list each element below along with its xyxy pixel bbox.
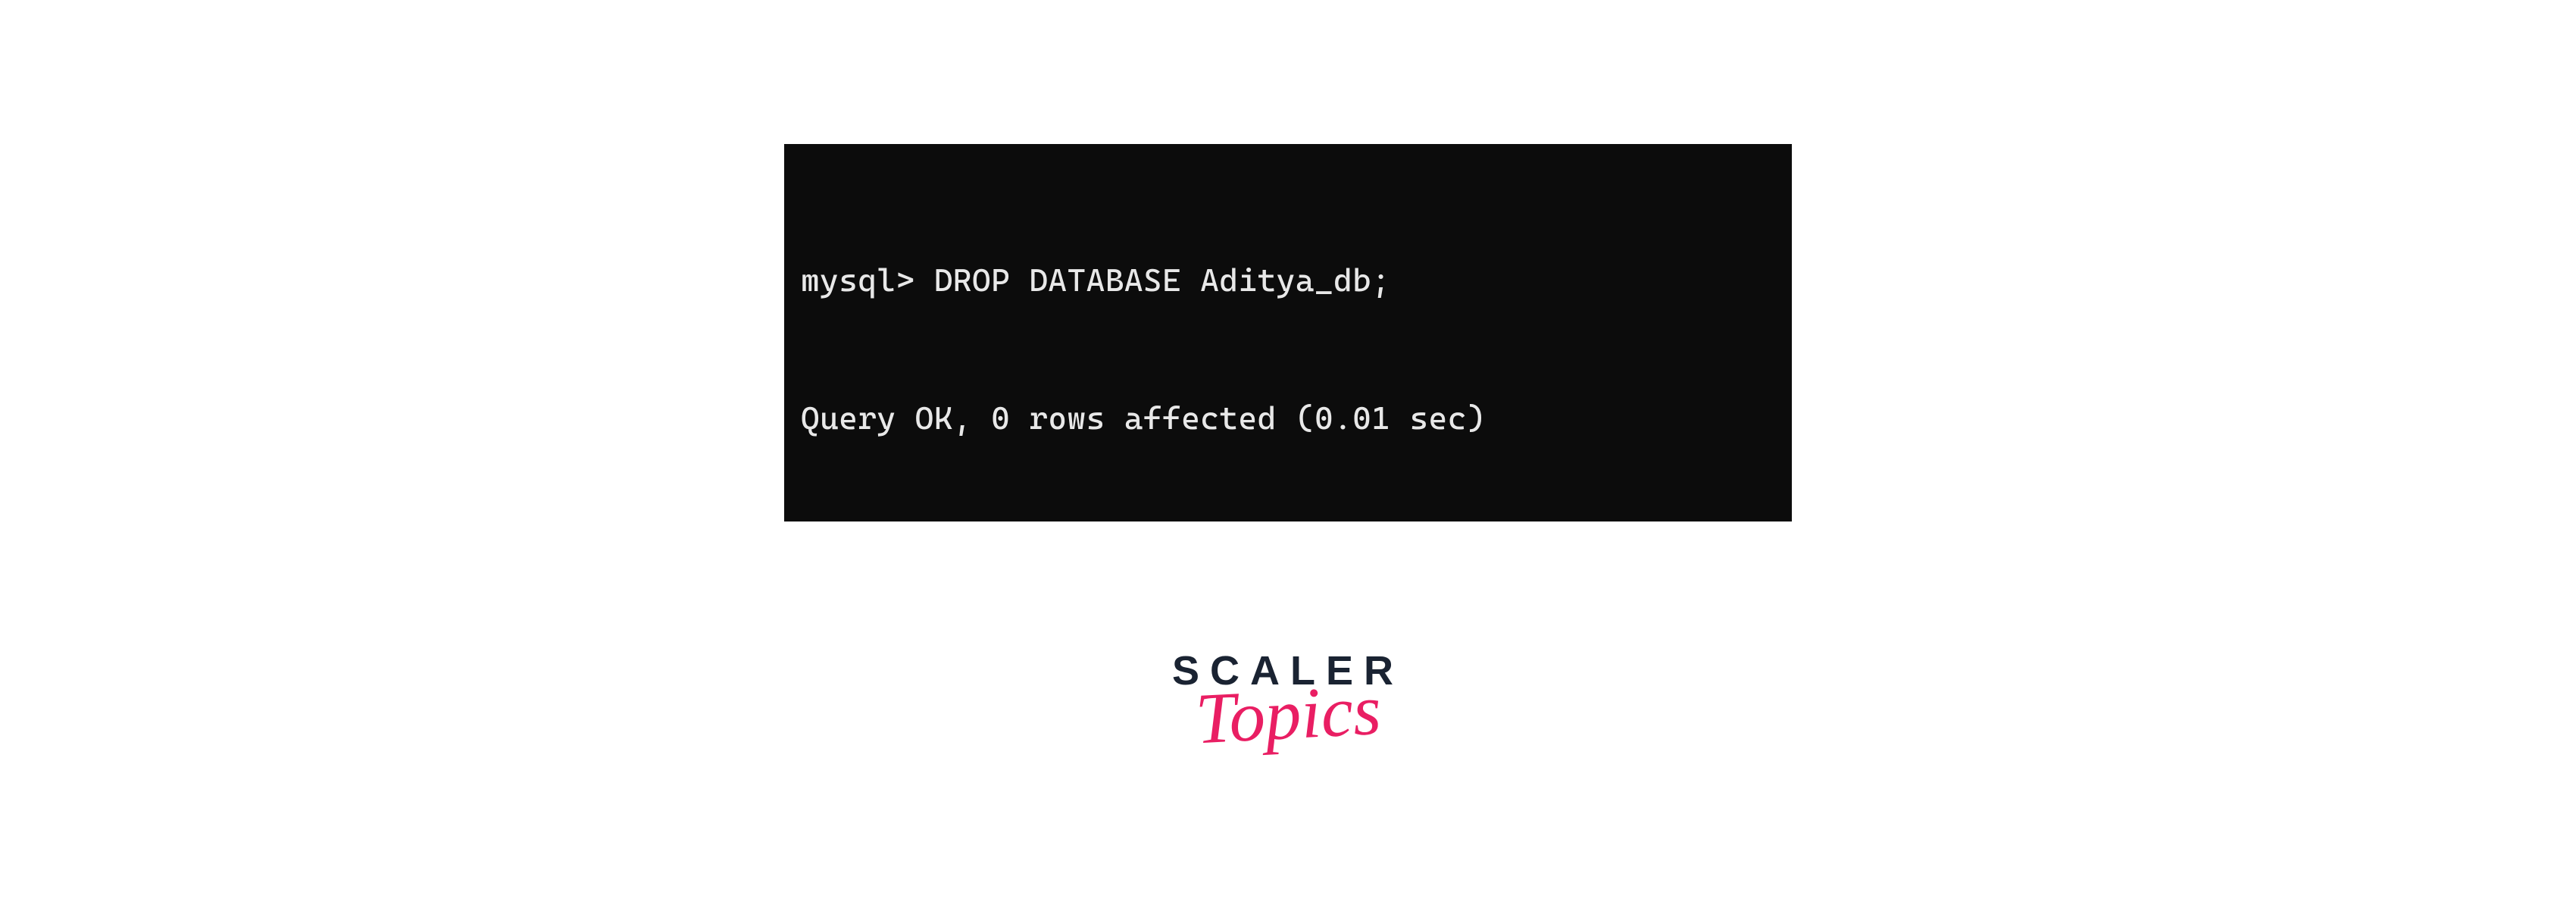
terminal-window: mysql> DROP DATABASE Aditya_db; Query OK… (784, 144, 1792, 521)
logo-secondary-text: Topics (1194, 679, 1383, 750)
scaler-topics-logo: SCALER Topics (1172, 650, 1404, 745)
terminal-output-line: Query OK, 0 rows affected (0.01 sec) (801, 396, 1768, 442)
terminal-command-line: mysql> DROP DATABASE Aditya_db; (801, 258, 1768, 304)
